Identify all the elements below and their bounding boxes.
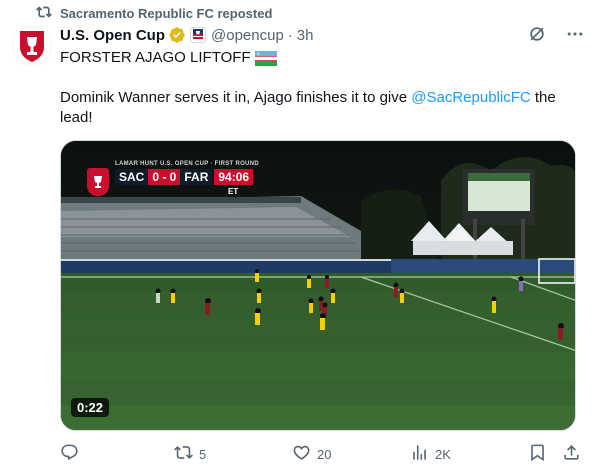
flag-icon (254, 50, 277, 66)
repost-context[interactable]: Sacramento Republic FC reposted (36, 4, 272, 22)
repost-icon (174, 443, 193, 465)
avatar[interactable] (12, 26, 52, 66)
like-count: 20 (317, 446, 332, 462)
tweet-headline-line: FORSTER AJAGO LIFTOFF (60, 48, 581, 68)
repost-count: 5 (199, 446, 207, 462)
grok-icon[interactable] (527, 24, 547, 48)
tweet-header: U.S. Open Cup @opencup · 3h (60, 24, 585, 46)
tweet-body-text: Dominik Wanner serves it in, Ajago finis… (60, 89, 412, 106)
more-icon[interactable] (565, 24, 585, 48)
author-handle[interactable]: @opencup (211, 27, 284, 44)
tweet-body: Dominik Wanner serves it in, Ajago finis… (60, 88, 581, 128)
verified-icon[interactable] (168, 26, 186, 44)
share-icon (562, 443, 581, 465)
open-cup-logo (20, 31, 44, 62)
repost-button[interactable]: 5 (174, 443, 206, 465)
views-icon (410, 443, 429, 465)
repost-label: Sacramento Republic FC reposted (60, 5, 273, 21)
home-team: SAC (115, 169, 149, 185)
author-name[interactable]: U.S. Open Cup (60, 27, 165, 44)
scorebug-row: SAC 0 - 0 FAR 94:06 (115, 169, 259, 185)
repost-icon (36, 4, 52, 23)
like-icon (292, 443, 311, 465)
tweet-headline: FORSTER AJAGO LIFTOFF (60, 49, 251, 66)
match-period: ET (228, 187, 239, 196)
scorebug-title: LAMAR HUNT U.S. OPEN CUP · FIRST ROUND (115, 161, 259, 167)
reply-button[interactable] (60, 443, 85, 465)
reply-icon (60, 443, 79, 465)
like-button[interactable]: 20 (292, 443, 331, 465)
tweet-text: FORSTER AJAGO LIFTOFF Dominik Wanner ser… (60, 48, 581, 128)
share-button[interactable] (562, 443, 581, 465)
header-actions (527, 24, 585, 48)
action-bar: 5 20 2K (60, 442, 583, 466)
views-button[interactable]: 2K (410, 443, 451, 465)
scorebug: LAMAR HUNT U.S. OPEN CUP · FIRST ROUND S… (87, 156, 259, 196)
away-team: FAR (180, 169, 213, 185)
match-score: 0 - 0 (148, 169, 181, 185)
separator-dot: · (287, 26, 293, 44)
timestamp[interactable]: 3h (297, 27, 314, 44)
scorebug-main: LAMAR HUNT U.S. OPEN CUP · FIRST ROUND S… (115, 161, 259, 196)
views-count: 2K (435, 446, 451, 462)
bookmark-icon (528, 443, 547, 465)
bookmark-button[interactable] (528, 443, 547, 465)
match-clock: 94:06 (214, 169, 254, 185)
video-duration: 0:22 (71, 398, 110, 417)
mention-link[interactable]: @SacRepublicFC (411, 89, 530, 106)
affiliate-badge-icon[interactable] (190, 27, 206, 43)
open-cup-crest-icon (87, 168, 109, 196)
video-player[interactable]: LAMAR HUNT U.S. OPEN CUP · FIRST ROUND S… (60, 140, 576, 431)
